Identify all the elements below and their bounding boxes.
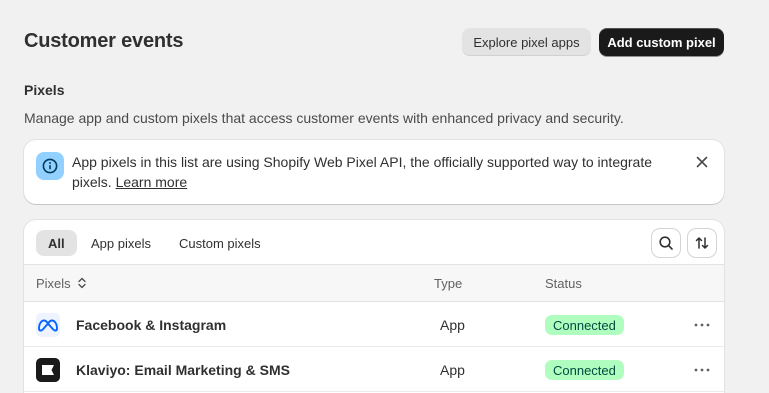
- search-icon: [659, 236, 673, 250]
- meta-logo-icon: [36, 313, 60, 337]
- search-button[interactable]: [652, 229, 680, 257]
- pixel-type: App: [440, 317, 465, 333]
- tab-app-pixels[interactable]: App pixels: [79, 230, 163, 256]
- page-title: Customer events: [24, 30, 184, 52]
- explore-pixel-apps-button[interactable]: Explore pixel apps: [462, 28, 591, 56]
- column-status: Status: [545, 276, 582, 291]
- more-horizontal-icon: [694, 323, 710, 327]
- close-icon: [696, 156, 708, 168]
- row-actions-button[interactable]: [692, 360, 712, 380]
- pixel-name: Klaviyo: Email Marketing & SMS: [76, 362, 290, 378]
- banner-message: App pixels in this list are using Shopif…: [72, 152, 682, 192]
- more-horizontal-icon: [694, 368, 710, 372]
- pixel-type: App: [440, 362, 465, 378]
- customer-events-page: Customer events Explore pixel apps Add c…: [0, 0, 769, 393]
- info-banner: App pixels in this list are using Shopif…: [24, 140, 724, 204]
- pixel-name: Facebook & Instagram: [76, 317, 227, 333]
- section-description: Manage app and custom pixels that access…: [24, 110, 624, 126]
- info-icon-container: [36, 152, 64, 180]
- sort-icon: [695, 237, 709, 249]
- status-badge: Connected: [545, 360, 624, 380]
- tab-custom-pixels[interactable]: Custom pixels: [167, 230, 273, 256]
- row-actions-button[interactable]: [692, 315, 712, 335]
- status-badge: Connected: [545, 315, 624, 335]
- sort-button[interactable]: [688, 229, 716, 257]
- table-header: Pixels Type Status: [24, 264, 724, 302]
- banner-close-button[interactable]: [692, 152, 712, 172]
- sort-chevrons-icon: [78, 277, 86, 289]
- info-icon: [42, 158, 58, 174]
- table-row[interactable]: Facebook & Instagram App Connected: [24, 302, 724, 347]
- klaviyo-logo-icon: [36, 358, 60, 382]
- section-title: Pixels: [24, 82, 65, 98]
- add-custom-pixel-button[interactable]: Add custom pixel: [599, 28, 724, 56]
- tab-all[interactable]: All: [36, 230, 77, 256]
- learn-more-link[interactable]: Learn more: [116, 174, 188, 190]
- column-pixels[interactable]: Pixels: [36, 276, 87, 291]
- column-pixels-label: Pixels: [36, 276, 71, 291]
- pixels-table-card: All App pixels Custom pixels Pixels Type: [24, 220, 724, 393]
- table-row[interactable]: Klaviyo: Email Marketing & SMS App Conne…: [24, 347, 724, 392]
- column-type: Type: [434, 276, 463, 291]
